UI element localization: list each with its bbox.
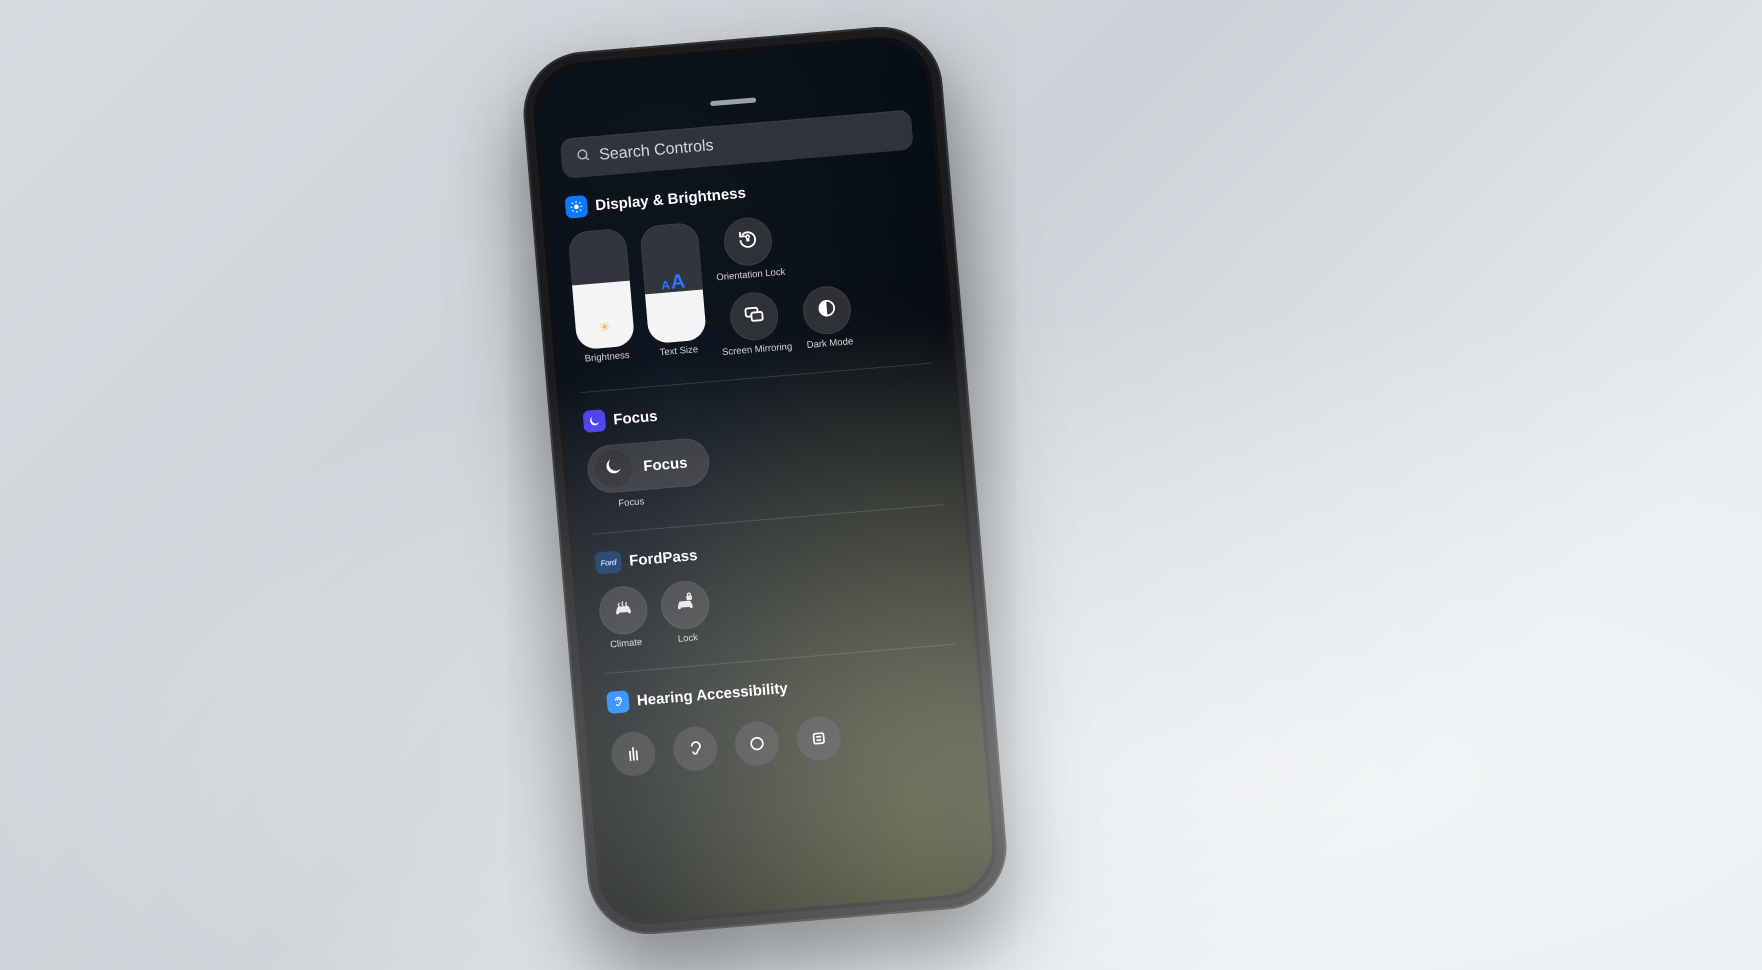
section-title: Hearing Accessibility (636, 679, 788, 709)
section-title: Focus (613, 407, 658, 428)
hearing-control-2[interactable] (671, 725, 719, 773)
search-icon (574, 146, 592, 168)
section-header-fordpass: Ford FordPass (594, 523, 947, 574)
screen-mirroring-label: Screen Mirroring (722, 341, 793, 358)
section-header-focus: Focus (583, 382, 936, 433)
hearing-control-1[interactable] (610, 730, 658, 778)
text-size-label: Text Size (659, 344, 698, 358)
sheet-grabber[interactable] (710, 97, 756, 106)
search-placeholder: Search Controls (598, 137, 714, 165)
moon-small-icon (601, 455, 625, 483)
orientation-lock-icon (736, 227, 760, 256)
focus-button[interactable]: Focus (586, 437, 712, 495)
fordpass-badge-icon: Ford (594, 550, 622, 574)
section-header-display: Display & Brightness (565, 167, 918, 218)
focus-pill-icon-wrap (592, 447, 635, 490)
section-title: FordPass (629, 546, 699, 569)
car-lock-icon (673, 591, 697, 620)
sun-icon (565, 195, 589, 219)
car-climate-icon (611, 596, 635, 625)
orientation-lock-label: Orientation Lock (716, 267, 786, 284)
divider (581, 363, 932, 393)
brightness-fill (572, 281, 635, 351)
moon-icon (583, 409, 607, 433)
orientation-lock-button[interactable] (722, 216, 774, 268)
fordpass-climate-button[interactable] (597, 584, 649, 636)
scene-background: Search Controls Display & Brightness ☀︎ (0, 0, 1762, 970)
dynamic-island (670, 52, 792, 94)
fordpass-climate-label: Climate (610, 637, 643, 651)
screen-mirroring-button[interactable] (728, 290, 780, 342)
brightness-label: Brightness (584, 350, 630, 365)
focus-caption: Focus (618, 496, 645, 509)
dark-mode-label: Dark Mode (806, 336, 853, 351)
wallpaper (534, 37, 996, 924)
display-controls-row: ☀︎ Brightness AA Text Size (568, 203, 930, 370)
screen-mirroring-icon (742, 302, 766, 331)
brightness-slider[interactable]: ☀︎ (568, 228, 636, 350)
search-field[interactable]: Search Controls (560, 110, 914, 179)
fordpass-lock-label: Lock (677, 632, 698, 645)
text-size-icon: AA (660, 271, 686, 296)
divider (593, 504, 944, 534)
dark-mode-button[interactable] (801, 284, 853, 336)
hearing-control-4[interactable] (795, 715, 843, 763)
fordpass-lock-button[interactable] (659, 579, 711, 631)
overlay-dim (534, 37, 996, 924)
text-size-slider[interactable]: AA (639, 222, 707, 344)
section-header-hearing: Hearing Accessibility (606, 663, 959, 714)
hearing-controls-row (610, 704, 964, 777)
section-title: Display & Brightness (595, 184, 747, 214)
dark-mode-icon (815, 296, 839, 325)
text-size-fill (645, 290, 707, 344)
ear-icon (606, 690, 630, 714)
iphone-screen: Search Controls Display & Brightness ☀︎ (534, 37, 996, 924)
iphone-frame: Search Controls Display & Brightness ☀︎ (519, 22, 1012, 939)
controls-gallery: Search Controls Display & Brightness ☀︎ (534, 37, 996, 924)
focus-pill-label: Focus (643, 454, 688, 475)
divider (605, 644, 956, 674)
hearing-control-3[interactable] (733, 720, 781, 768)
sun-small-icon: ☀︎ (598, 318, 612, 336)
